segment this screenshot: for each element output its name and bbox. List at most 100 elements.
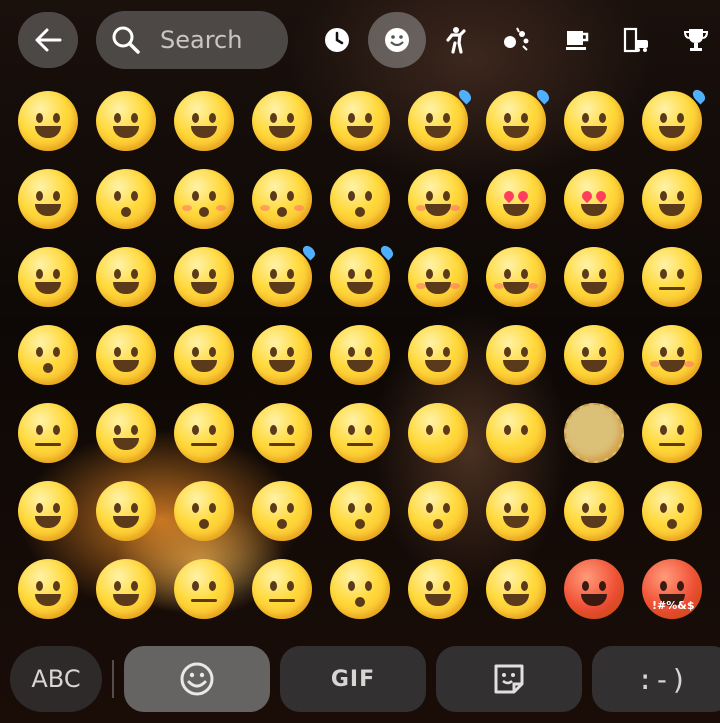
emoji-search-field[interactable]: Search: [96, 11, 288, 69]
sticker-tab-button[interactable]: [436, 646, 582, 712]
category-tab-people[interactable]: [435, 18, 479, 62]
category-tab-animals-nature[interactable]: [494, 18, 538, 62]
emoji-face-icon: [642, 87, 708, 151]
emoji-key[interactable]: [399, 472, 477, 550]
emoticon-tab-button[interactable]: :-): [592, 646, 720, 712]
emoji-key[interactable]: [87, 550, 165, 628]
emoji-key[interactable]: [9, 550, 87, 628]
emoji-key[interactable]: [555, 160, 633, 238]
emoji-key[interactable]: [477, 238, 555, 316]
emoji-key[interactable]: [165, 82, 243, 160]
emoji-key[interactable]: [243, 160, 321, 238]
emoji-face-icon: [252, 243, 318, 307]
emoji-face-icon: [96, 247, 156, 307]
emoji-key[interactable]: [9, 316, 87, 394]
emoji-key[interactable]: [555, 394, 633, 472]
emoji-key[interactable]: [165, 160, 243, 238]
category-tab-activities[interactable]: [674, 18, 718, 62]
category-tab-recent[interactable]: [315, 18, 359, 62]
emoji-grid: !#%&$: [9, 82, 711, 632]
emoji-key[interactable]: [477, 394, 555, 472]
emoji-key[interactable]: [165, 316, 243, 394]
emoji-key[interactable]: [87, 316, 165, 394]
emoji-key[interactable]: [87, 160, 165, 238]
emoji-key[interactable]: [399, 82, 477, 160]
emoji-key[interactable]: [243, 316, 321, 394]
emoji-key[interactable]: [321, 82, 399, 160]
emoji-key[interactable]: [399, 394, 477, 472]
emoji-face-icon: [564, 325, 624, 385]
emoji-key[interactable]: [165, 550, 243, 628]
emoji-key[interactable]: [9, 238, 87, 316]
emoji-key[interactable]: [87, 472, 165, 550]
emoji-key[interactable]: [633, 316, 711, 394]
emoji-key[interactable]: [477, 82, 555, 160]
emoji-key[interactable]: [555, 316, 633, 394]
emoji-key[interactable]: [165, 238, 243, 316]
gif-tab-button[interactable]: GIF: [280, 646, 426, 712]
clock-icon: [325, 28, 349, 52]
emoji-key[interactable]: [477, 160, 555, 238]
emoji-tab-button[interactable]: [124, 646, 270, 712]
smiley-icon: [180, 662, 214, 696]
emoji-key[interactable]: [87, 238, 165, 316]
emoji-face-icon: [408, 481, 468, 541]
emoji-key[interactable]: [321, 394, 399, 472]
emoji-key[interactable]: [555, 82, 633, 160]
emoji-key[interactable]: [321, 472, 399, 550]
emoji-key[interactable]: !#%&$: [633, 550, 711, 628]
trophy-icon: [683, 29, 709, 51]
emoji-key[interactable]: [9, 472, 87, 550]
emoji-face-icon: [330, 91, 390, 151]
category-tab-smileys[interactable]: [368, 12, 426, 68]
emoji-face-icon: [564, 169, 624, 229]
emoji-key[interactable]: [321, 550, 399, 628]
emoji-key[interactable]: [477, 316, 555, 394]
person-icon: [446, 27, 466, 54]
emoji-face-icon: [642, 481, 702, 541]
emoji-key[interactable]: [399, 550, 477, 628]
emoji-key[interactable]: [477, 472, 555, 550]
emoji-key[interactable]: [87, 394, 165, 472]
divider: [112, 660, 114, 698]
abc-keyboard-button[interactable]: ABC: [10, 646, 102, 712]
emoji-key[interactable]: [321, 238, 399, 316]
emoji-face-icon: [408, 403, 468, 463]
emoji-key[interactable]: [243, 550, 321, 628]
emoji-key[interactable]: [399, 316, 477, 394]
emoji-key[interactable]: [633, 160, 711, 238]
emoji-key[interactable]: [555, 472, 633, 550]
category-tab-travel-places[interactable]: [614, 18, 658, 62]
emoji-key[interactable]: [633, 82, 711, 160]
emoji-key[interactable]: [633, 472, 711, 550]
emoji-key[interactable]: [321, 160, 399, 238]
emoji-key[interactable]: [399, 238, 477, 316]
arrow-left-icon: [35, 28, 62, 52]
category-tab-food-drink[interactable]: [555, 18, 599, 62]
emoji-key[interactable]: [243, 82, 321, 160]
emoji-key[interactable]: [555, 550, 633, 628]
emoji-key[interactable]: [477, 550, 555, 628]
emoji-key[interactable]: [165, 472, 243, 550]
emoji-key[interactable]: [9, 394, 87, 472]
emoji-face-icon: [18, 403, 78, 463]
emoji-key[interactable]: [9, 82, 87, 160]
back-button[interactable]: [18, 12, 78, 68]
emoji-key[interactable]: [321, 316, 399, 394]
emoji-key[interactable]: [165, 394, 243, 472]
emoji-key[interactable]: [87, 82, 165, 160]
emoji-key[interactable]: [633, 238, 711, 316]
emoji-face-icon: [564, 481, 624, 541]
emoji-key[interactable]: [633, 394, 711, 472]
emoji-face-icon: [174, 91, 234, 151]
emoji-key[interactable]: [243, 238, 321, 316]
emoji-key[interactable]: [243, 472, 321, 550]
emoji-face-icon: [486, 169, 546, 229]
emoji-key[interactable]: [243, 394, 321, 472]
emoji-key[interactable]: [9, 160, 87, 238]
emoji-face-icon: [330, 169, 390, 229]
emoji-face-icon: [96, 559, 156, 619]
emoji-key[interactable]: [555, 238, 633, 316]
emoji-face-icon: [252, 559, 312, 619]
emoji-key[interactable]: [399, 160, 477, 238]
